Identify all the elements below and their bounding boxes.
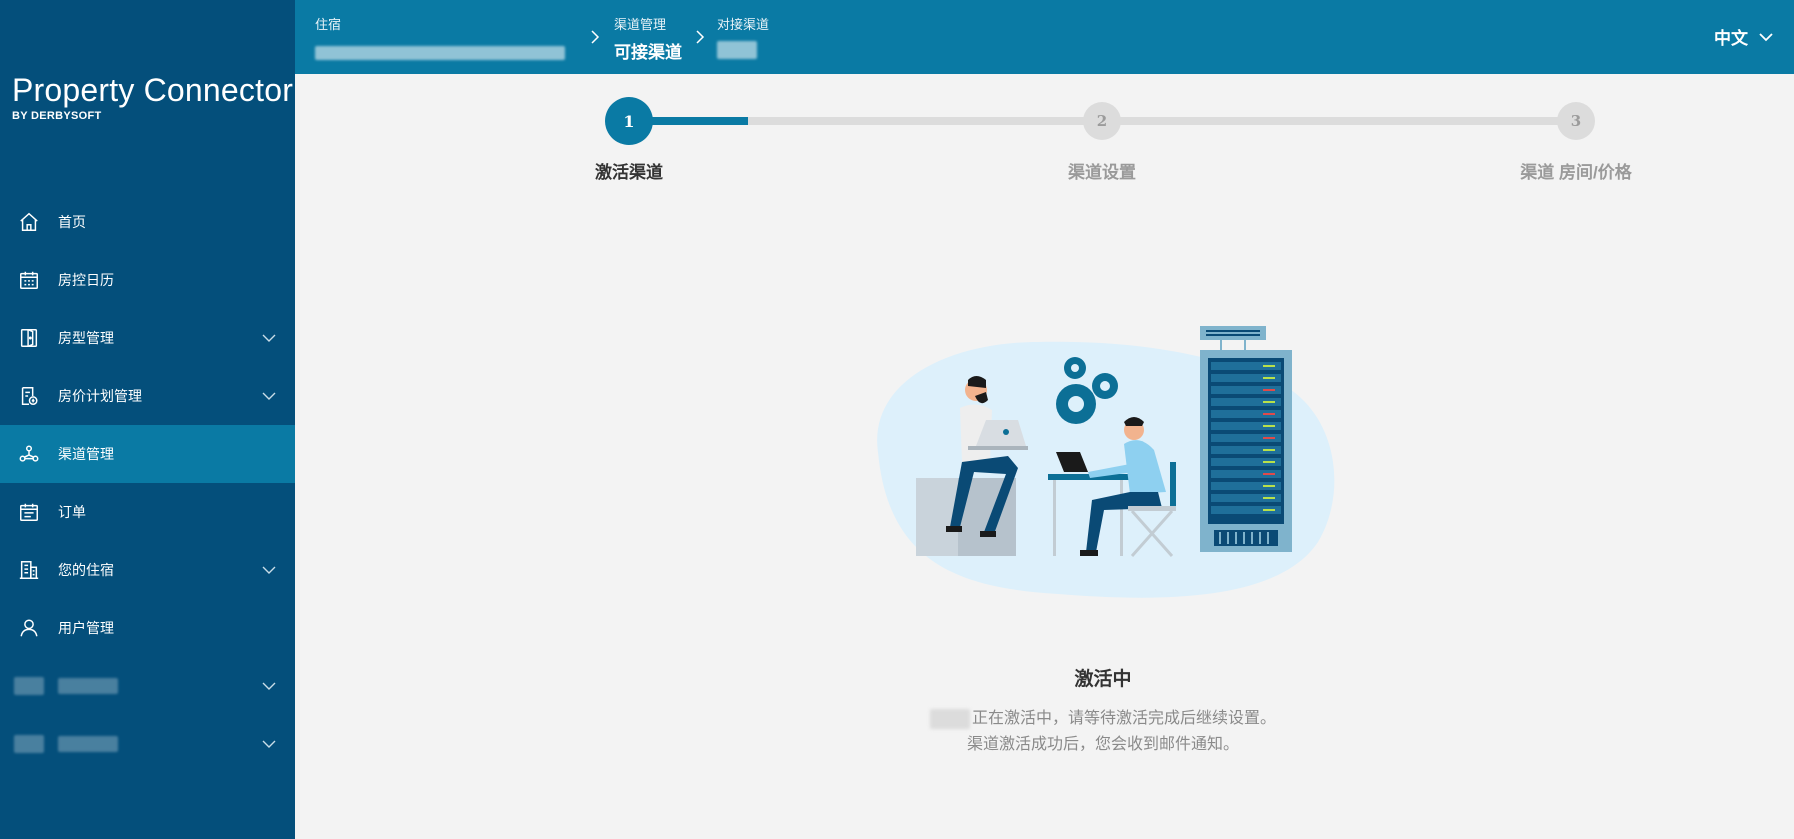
chevron-right-icon: [696, 30, 705, 44]
brand-name: Property Connector: [12, 72, 294, 108]
sidebar: Property Connector BY DERBYSOFT 首页 房控日历 …: [0, 0, 295, 839]
chevron-down-icon[interactable]: [261, 678, 277, 694]
sidebar-item-label: 房价计划管理: [58, 388, 142, 404]
sidebar-item-label: 订单: [58, 504, 86, 520]
brand-sub: BY DERBYSOFT: [12, 110, 102, 122]
user-icon: [18, 617, 40, 639]
chevron-down-icon[interactable]: [261, 562, 277, 578]
building-icon: [18, 559, 40, 581]
chevron-right-icon: [591, 30, 600, 44]
breadcrumb-top-label: 对接渠道: [717, 17, 770, 32]
order-icon: [18, 501, 40, 523]
setup-stepper: 1 2 3 激活渠道 渠道设置 渠道 房间/价格: [295, 74, 1794, 194]
status-message: 正在激活中，请等待激活完成后继续设置。 渠道激活成功后，您会收到邮件通知。: [903, 706, 1303, 758]
sidebar-item-label: 用户管理: [58, 620, 114, 636]
redacted-property-name: [315, 46, 565, 60]
redacted-label: [58, 736, 118, 752]
redacted-icon: [14, 735, 44, 753]
step-1-circle[interactable]: 1: [605, 97, 653, 145]
sidebar-item-label: 渠道管理: [58, 446, 114, 462]
door-icon: [18, 327, 40, 349]
chevron-down-icon[interactable]: [261, 736, 277, 752]
channel-icon: [18, 443, 40, 465]
sidebar-item-label: 房控日历: [58, 272, 114, 288]
chevron-down-icon: [1759, 32, 1773, 41]
rate-plan-icon: [18, 385, 40, 407]
sidebar-item-redacted[interactable]: [0, 715, 295, 773]
sidebar-item-redacted[interactable]: [0, 657, 295, 715]
breadcrumb-channel-management[interactable]: 渠道管理 可接渠道: [614, 14, 682, 63]
sidebar-item-calendar[interactable]: 房控日历: [0, 251, 295, 309]
status-title: 激活中: [1074, 669, 1132, 690]
sidebar-item-your-property[interactable]: 您的住宿: [0, 541, 295, 599]
home-icon: [18, 211, 40, 233]
sidebar-item-order[interactable]: 订单: [0, 483, 295, 541]
sidebar-item-home[interactable]: 首页: [0, 193, 295, 251]
language-label: 中文: [1714, 29, 1748, 48]
sidebar-item-label: 房型管理: [58, 330, 114, 346]
sidebar-item-rate-plan[interactable]: 房价计划管理: [0, 367, 295, 425]
breadcrumb-top-label: 住宿: [315, 17, 342, 32]
chevron-down-icon[interactable]: [261, 330, 277, 346]
breadcrumb-property[interactable]: 住宿: [315, 14, 565, 60]
sidebar-item-room-type[interactable]: 房型管理: [0, 309, 295, 367]
status-line-2: 渠道激活成功后，您会收到邮件通知。: [966, 736, 1239, 753]
sidebar-item-label: 您的住宿: [58, 562, 114, 578]
brand-logo[interactable]: Property Connector BY DERBYSOFT: [12, 72, 293, 122]
sidebar-item-label: 首页: [58, 214, 86, 230]
step-3-circle[interactable]: 3: [1557, 102, 1595, 140]
redacted-icon: [14, 677, 44, 695]
step-1-label: 激活渠道: [595, 163, 663, 182]
language-selector[interactable]: 中文: [1714, 24, 1774, 49]
chevron-down-icon[interactable]: [261, 388, 277, 404]
redacted-channel-name: [717, 41, 757, 59]
top-bar: 住宿 渠道管理 可接渠道 对接渠道 中文: [295, 0, 1794, 74]
breadcrumb-bottom-label: 可接渠道: [614, 43, 682, 62]
sidebar-item-channel[interactable]: 渠道管理: [0, 425, 295, 483]
status-line-1: 正在激活中，请等待激活完成后继续设置。: [971, 710, 1276, 727]
step-2-circle[interactable]: 2: [1083, 102, 1121, 140]
calendar-icon: [18, 269, 40, 291]
redacted-channel-name: [929, 708, 970, 729]
activation-illustration: [877, 326, 1335, 598]
sidebar-item-user-management[interactable]: 用户管理: [0, 599, 295, 657]
sidebar-nav: 首页 房控日历 房型管理 房价计划管理 渠道管理 订单 您的住宿 用户管理: [0, 193, 295, 773]
step-3-label: 渠道 房间/价格: [1520, 163, 1632, 182]
breadcrumb-top-label: 渠道管理: [614, 17, 667, 32]
breadcrumb-connect-channel[interactable]: 对接渠道: [717, 14, 769, 59]
redacted-label: [58, 678, 118, 694]
step-2-label: 渠道设置: [1068, 163, 1136, 182]
